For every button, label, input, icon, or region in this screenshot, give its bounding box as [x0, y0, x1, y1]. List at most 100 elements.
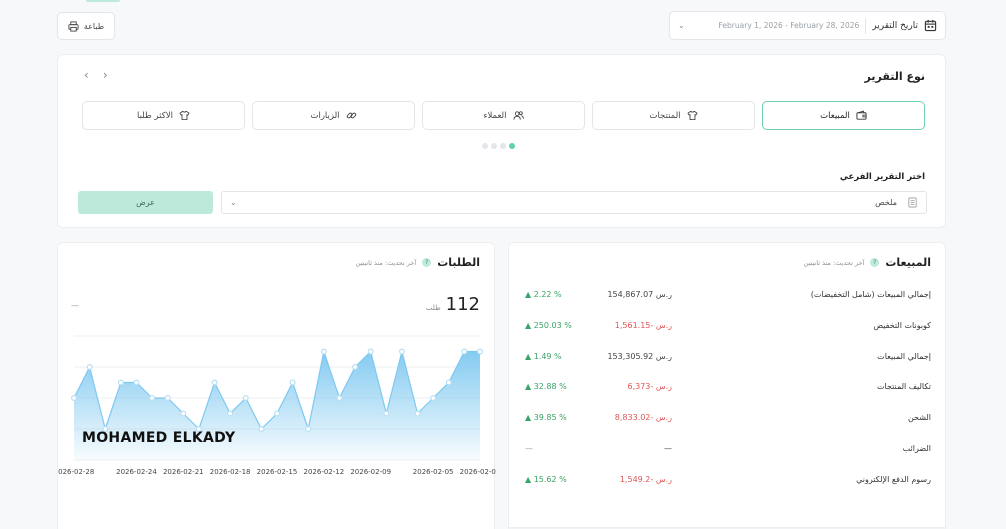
sub-report-label: اختر التقرير الفرعي: [839, 172, 925, 182]
orders-card-header: الطلبات ? آخر تحديث: منذ ثانيتين: [356, 256, 480, 269]
tab-label: المنتجات: [649, 110, 681, 121]
sub-report-select[interactable]: ملخص ⌄: [221, 191, 927, 214]
sales-row-change: ▲ 15.62 %: [525, 474, 567, 484]
print-button[interactable]: طباعة: [57, 12, 115, 40]
data-point: [180, 410, 187, 417]
print-label: طباعة: [83, 21, 105, 31]
tab-top-ordered[interactable]: الاكثر طلبا: [82, 101, 245, 130]
x-tick-label: 2026-02-24: [116, 468, 157, 476]
info-icon[interactable]: ?: [422, 258, 432, 267]
report-type-title: نوع التقرير: [864, 70, 926, 83]
sales-row: تكاليف المنتجات ر.س -6,373 ▲ 32.88 %: [509, 382, 945, 398]
x-tick-label: 2026-02-02: [460, 468, 496, 476]
sales-row-amount: ر.س -8,833.02: [614, 413, 672, 423]
sales-updated: آخر تحديث: منذ ثانيتين: [803, 258, 865, 267]
carousel-dot[interactable]: [500, 143, 506, 149]
sales-card-header: المبيعات ? آخر تحديث: منذ ثانيتين: [804, 256, 931, 269]
x-tick-label: 2026-02-15: [257, 468, 298, 476]
date-range-text: February 1, 2026 - February 28, 2026: [718, 21, 860, 30]
carousel-dot[interactable]: [482, 143, 488, 149]
printer-icon: [68, 20, 79, 32]
data-point: [398, 348, 405, 355]
tab-products[interactable]: المنتجات: [592, 101, 755, 130]
data-point: [352, 363, 359, 370]
sales-row-amount: ر.س -1,561.15: [614, 320, 672, 330]
carousel-dot-active[interactable]: [509, 143, 515, 149]
document-icon: [908, 197, 917, 208]
calendar-icon: [924, 19, 937, 32]
show-button[interactable]: عرض: [78, 191, 213, 214]
sales-row-amount: ر.س -1,549.2: [619, 474, 672, 484]
tab-customers[interactable]: العملاء: [422, 101, 585, 130]
sales-row-label: إجمالي المبيعات (شامل التخفيضات): [810, 290, 931, 299]
sales-row-amount: —: [664, 444, 672, 453]
sales-row: الضرائب — —: [509, 444, 945, 460]
sales-row: إجمالي المبيعات (شامل التخفيضات) ر.س 154,…: [509, 290, 945, 306]
orders-total-unit: طلب: [425, 304, 441, 312]
tab-visits[interactable]: الزيارات: [252, 101, 415, 130]
data-point: [445, 379, 452, 386]
carousel-dot[interactable]: [491, 143, 497, 149]
data-point: [211, 379, 218, 386]
x-tick-label: 2026-02-28: [58, 468, 94, 476]
chevron-left-icon[interactable]: ‹: [84, 68, 89, 82]
data-point: [289, 379, 296, 386]
data-point: [164, 394, 171, 401]
data-point: [242, 394, 249, 401]
tab-label: الاكثر طلبا: [137, 110, 173, 121]
data-point: [258, 425, 265, 432]
orders-updated: آخر تحديث: منذ ثانيتين: [355, 258, 417, 267]
x-tick-label: 2026-02-05: [413, 468, 454, 476]
sales-row-change: ▲ 32.88 %: [525, 382, 567, 392]
orders-change: —: [71, 301, 79, 310]
data-point: [117, 379, 124, 386]
data-point: [414, 410, 421, 417]
sales-row-change: ▲ 250.03 %: [525, 320, 572, 330]
info-icon[interactable]: ?: [870, 258, 880, 267]
sales-card: المبيعات ? آخر تحديث: منذ ثانيتين إجمالي…: [508, 242, 946, 529]
date-label: تاريخ التقرير: [872, 20, 918, 31]
sales-row-amount: ر.س 153,305.92: [607, 351, 672, 361]
data-point: [461, 348, 468, 355]
tab-label: الزيارات: [310, 110, 340, 121]
shirt-icon: [687, 110, 698, 121]
data-point: [305, 425, 312, 432]
sales-row-label: رسوم الدفع الإلكتروني: [856, 474, 931, 484]
carousel-dots: [482, 143, 515, 149]
data-point: [133, 379, 140, 386]
chevron-right-icon[interactable]: ›: [103, 68, 108, 82]
tab-sales[interactable]: المبيعات: [762, 101, 925, 130]
sales-title: المبيعات: [885, 256, 931, 269]
sales-row: الشحن ر.س -8,833.02 ▲ 39.85 %: [509, 413, 945, 429]
data-point: [86, 363, 93, 370]
data-point: [336, 394, 343, 401]
chevron-down-icon: ⌄: [678, 21, 685, 30]
top-accent: [86, 0, 120, 2]
data-point: [149, 394, 156, 401]
sales-row-change: ▲ 1.49 %: [525, 351, 562, 361]
report-type-card: نوع التقرير ‹ › المبيعات المنتجات العملا…: [57, 54, 946, 228]
tab-scroll-arrows: ‹ ›: [84, 68, 108, 82]
data-point: [274, 410, 281, 417]
sales-row-change: —: [525, 444, 533, 453]
sales-row: كوبونات التخفيض ر.س -1,561.15 ▲ 250.03 %: [509, 321, 945, 337]
orders-total-value: 112: [445, 294, 480, 315]
x-tick-label: 2026-02-09: [350, 468, 391, 476]
x-tick-label: 2026-02-12: [304, 468, 345, 476]
chevron-down-icon: ⌄: [230, 198, 237, 207]
orders-card: الطلبات ? آخر تحديث: منذ ثانيتين 112 طلب…: [57, 242, 496, 529]
data-point: [477, 348, 484, 355]
shirt-icon: [179, 110, 190, 121]
sales-row-label: كوبونات التخفيض: [873, 320, 931, 330]
data-point: [71, 394, 78, 401]
sub-report-value: ملخص: [875, 198, 897, 207]
orders-title: الطلبات: [437, 256, 480, 269]
data-point: [367, 348, 374, 355]
sales-row-label: الشحن: [907, 413, 931, 423]
wallet-icon: [856, 110, 867, 120]
divider: [865, 17, 867, 34]
date-range-picker[interactable]: تاريخ التقرير February 1, 2026 - Februar…: [669, 11, 946, 40]
sales-row-change: ▲ 2.22 %: [525, 290, 562, 299]
tab-label: العملاء: [483, 110, 507, 121]
sales-row: رسوم الدفع الإلكتروني ر.س -1,549.2 ▲ 15.62…: [509, 475, 945, 491]
